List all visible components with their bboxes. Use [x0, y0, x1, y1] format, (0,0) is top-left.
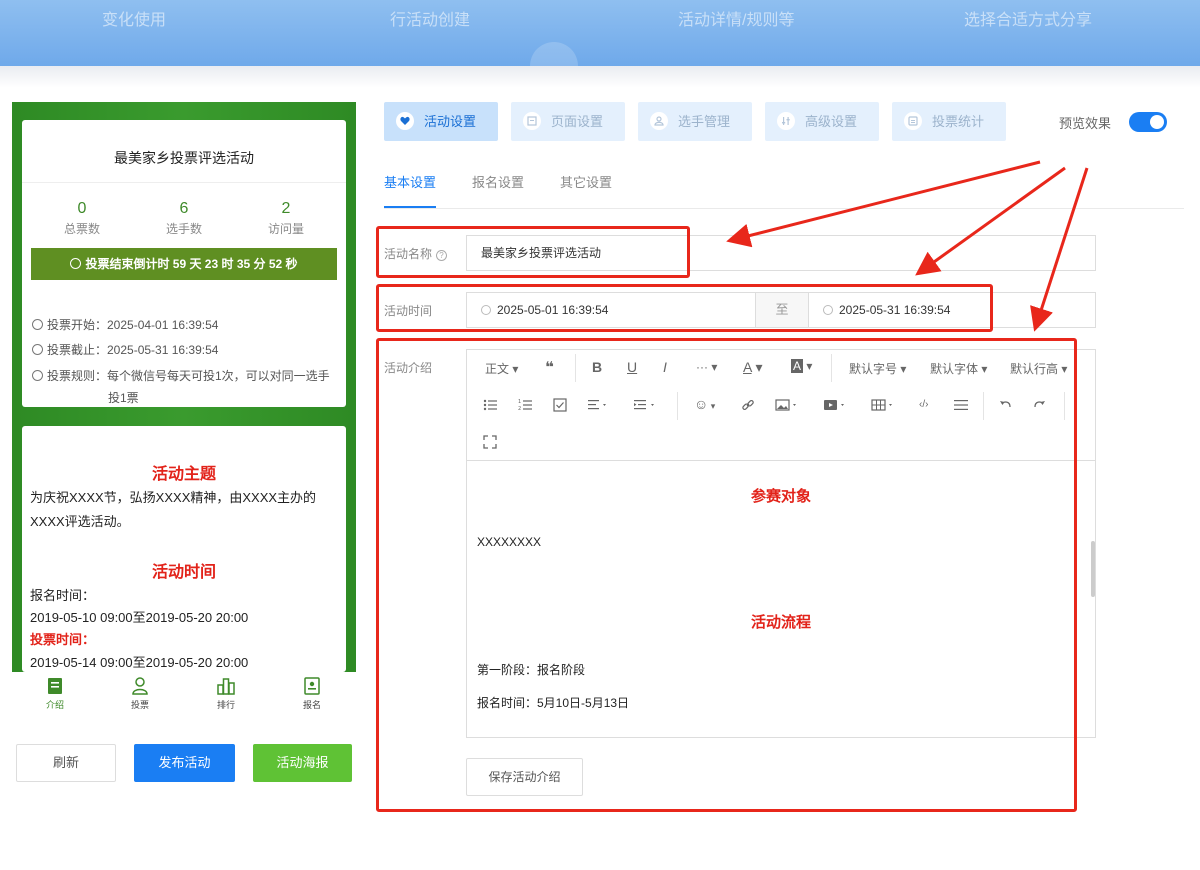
person-icon: [650, 112, 668, 130]
tab-advanced-settings[interactable]: 高级设置: [765, 102, 879, 141]
publish-activity-button[interactable]: 发布活动: [134, 744, 235, 782]
subtab-basic-settings[interactable]: 基本设置: [384, 172, 436, 191]
time-heading: 活动时间: [151, 564, 216, 581]
banner-step-4: 选择合适方式分享: [964, 12, 1093, 29]
vote-end-text: 投票截止：2025-05-31 16:39:54: [47, 343, 219, 357]
banner-shadow: [0, 66, 1200, 88]
tabbar-label: 报名: [302, 700, 321, 710]
banner-step-1: 变化使用: [102, 12, 167, 29]
subtab-divider: [384, 208, 1184, 209]
signup-time-label: 报名时间：: [30, 588, 96, 603]
intro-icon: [48, 678, 62, 694]
tabbar-item-rank[interactable]: 排行: [196, 676, 256, 711]
tab-page-settings[interactable]: 页面设置: [511, 102, 625, 141]
page-icon: [523, 112, 541, 130]
stat-value: 0: [77, 200, 87, 217]
arrow-to-name: [726, 160, 1041, 248]
stat-total-votes: 0 总票数: [32, 200, 132, 237]
preview-tabbar: 介绍 投票 排行 报名: [12, 672, 356, 722]
signup-time-value: 2019-05-10 09:00至2019-05-20 20:00: [30, 610, 249, 625]
tab-contestant-management[interactable]: 选手管理: [638, 102, 752, 141]
vote-rule-text-2: 投1票: [108, 391, 139, 405]
statistics-icon: [904, 112, 922, 130]
tab-label: 选手管理: [678, 114, 731, 129]
stat-label: 选手数: [165, 222, 202, 236]
clock-icon: [70, 258, 82, 269]
clock-icon: [32, 319, 43, 330]
ranking-icon: [217, 678, 235, 695]
sliders-icon: [777, 112, 795, 130]
top-banner: 变化使用 行活动创建 活动详情/规则等 选择合适方式分享: [0, 0, 1200, 90]
tabbar-label: 介绍: [45, 700, 64, 710]
stat-contestants: 6 选手数: [134, 200, 234, 237]
stat-visits: 2 访问量: [236, 200, 336, 237]
signup-icon: [304, 677, 320, 695]
toggle-knob: [1150, 115, 1164, 129]
vote-start-text: 投票开始：2025-04-01 16:39:54: [47, 318, 219, 332]
stat-value: 6: [179, 200, 189, 217]
activity-title: 最美家乡投票评选活动: [114, 150, 254, 166]
annotation-box-name: [376, 226, 690, 278]
banner-step-3: 活动详情/规则等: [678, 12, 795, 29]
vote-rule: 投票规则：每个微信号每天可投1次，可以对同一选手 投1票: [32, 365, 338, 409]
phone-preview: 最美家乡投票评选活动 0 总票数 6 选手数 2 访问量 投票结束倒计时 59 …: [12, 102, 356, 722]
annotation-box-intro: [376, 338, 1077, 812]
subtab-other-settings[interactable]: 其它设置: [560, 172, 612, 191]
preview-effect-label: 预览效果: [1059, 116, 1112, 131]
activity-detail-card: 活动主题 为庆祝XXXX节，弘扬XXXX精神，由XXXX主办的XXXX评选活动。…: [22, 426, 346, 672]
vote-time-value: 2019-05-14 09:00至2019-05-20 20:00: [30, 655, 249, 670]
subtab-active-indicator: [384, 206, 436, 208]
info-icon: [32, 370, 43, 381]
heart-icon: [396, 112, 414, 130]
vote-start-line: 投票开始：2025-04-01 16:39:54: [32, 315, 218, 335]
theme-heading: 活动主题: [151, 466, 216, 483]
activity-poster-button[interactable]: 活动海报: [253, 744, 352, 782]
theme-text: 为庆祝XXXX节，弘扬XXXX精神，由XXXX主办的XXXX评选活动。: [30, 490, 317, 529]
vote-rule-text-1: 投票规则：每个微信号每天可投1次，可以对同一选手: [47, 369, 330, 383]
activity-summary-card: 最美家乡投票评选活动 0 总票数 6 选手数 2 访问量 投票结束倒计时 59 …: [22, 120, 346, 407]
divider: [22, 182, 346, 183]
tabbar-label: 投票: [130, 700, 149, 710]
tab-label: 高级设置: [805, 114, 858, 129]
stat-value: 2: [281, 200, 291, 217]
vote-countdown: 投票结束倒计时 59 天 23 时 35 分 52 秒: [31, 248, 337, 280]
banner-step-2: 行活动创建: [390, 12, 471, 29]
subtab-signup-settings[interactable]: 报名设置: [472, 172, 524, 191]
countdown-text: 投票结束倒计时 59 天 23 时 35 分 52 秒: [85, 257, 298, 271]
tab-label: 页面设置: [551, 114, 604, 129]
refresh-button[interactable]: 刷新: [16, 744, 116, 782]
tab-label: 投票统计: [932, 114, 985, 129]
tabbar-item-vote[interactable]: 投票: [110, 676, 170, 711]
stat-label: 总票数: [63, 222, 100, 236]
user-icon: [132, 677, 148, 695]
annotation-box-time: [376, 284, 993, 332]
tab-vote-statistics[interactable]: 投票统计: [892, 102, 1006, 141]
stat-label: 访问量: [267, 222, 304, 236]
page: 变化使用 行活动创建 活动详情/规则等 选择合适方式分享 最美家乡投票评选活动 …: [0, 0, 1200, 870]
vote-end-line: 投票截止：2025-05-31 16:39:54: [32, 340, 218, 360]
tab-label: 活动设置: [424, 114, 477, 129]
tab-activity-settings[interactable]: 活动设置: [384, 102, 498, 141]
preview-effect-toggle[interactable]: [1129, 112, 1167, 132]
preview-scroll-area[interactable]: 最美家乡投票评选活动 0 总票数 6 选手数 2 访问量 投票结束倒计时 59 …: [12, 102, 356, 672]
tabbar-item-intro[interactable]: 介绍: [25, 676, 85, 711]
tabbar-label: 排行: [216, 700, 235, 710]
vote-time-label: 投票时间：: [30, 632, 96, 647]
tabbar-item-signup[interactable]: 报名: [282, 676, 342, 711]
clock-icon: [32, 344, 43, 355]
editor-scrollbar[interactable]: [1091, 541, 1095, 597]
